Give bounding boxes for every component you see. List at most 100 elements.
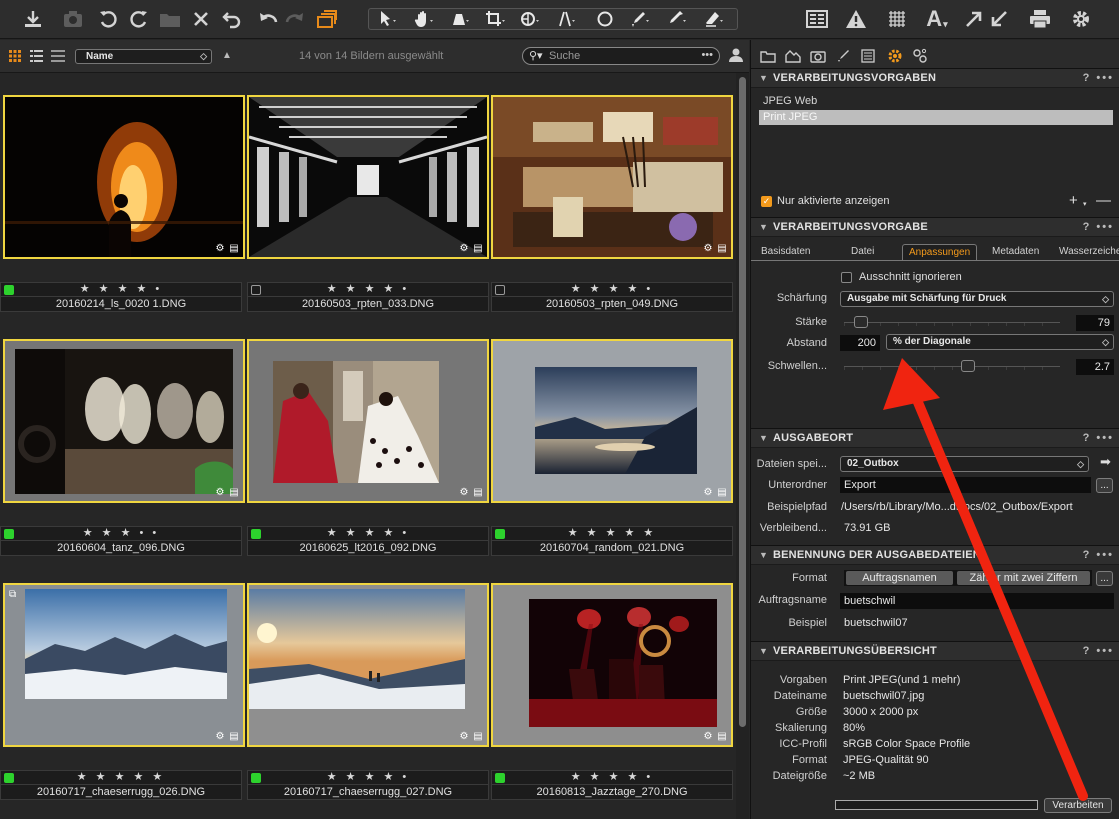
color-tag[interactable] bbox=[495, 773, 505, 783]
thumbnail-image[interactable]: ⚙ ▤ bbox=[491, 339, 733, 503]
color-tag[interactable] bbox=[495, 529, 505, 539]
stack-icon[interactable] bbox=[314, 6, 340, 32]
grid-thumbs-icon[interactable] bbox=[9, 50, 21, 62]
help-more-icon[interactable]: ? ••• bbox=[1083, 642, 1114, 660]
collapse-arrow-icon[interactable]: ▼ bbox=[759, 218, 768, 236]
browser-scrollbar[interactable] bbox=[736, 73, 749, 819]
thumbnail-image[interactable]: ⧉ ⚙ ▤ bbox=[3, 583, 245, 747]
collapse-arrow-icon[interactable]: ▼ bbox=[759, 69, 768, 87]
add-recipe-icon[interactable]: + bbox=[1069, 192, 1078, 209]
amount-slider-knob[interactable] bbox=[854, 316, 868, 328]
text-icon[interactable]: A ▾ bbox=[922, 6, 952, 32]
output-tab-icon[interactable] bbox=[886, 47, 904, 65]
pan-tool-icon[interactable] bbox=[411, 9, 439, 29]
print-icon[interactable] bbox=[1026, 6, 1054, 32]
exposure-icon[interactable] bbox=[884, 6, 910, 32]
cursor-tool-icon[interactable] bbox=[374, 9, 402, 29]
scrollbar-thumb[interactable] bbox=[739, 77, 746, 727]
circle-tool-icon[interactable] bbox=[593, 9, 617, 29]
color-tag[interactable] bbox=[251, 773, 261, 783]
output-naming-header[interactable]: ▼ BENENNUNG DER AUSGABEDATEIEN ? ••• bbox=[751, 545, 1119, 565]
process-recipes-header[interactable]: ▼ VERARBEITUNGSVORGABEN ? ••• bbox=[751, 68, 1119, 88]
remove-recipe-icon[interactable]: — bbox=[1096, 192, 1111, 209]
import-icon[interactable] bbox=[20, 6, 46, 32]
format-token[interactable]: Zähler mit zwei Ziffern bbox=[957, 571, 1090, 585]
thumbnail-image[interactable]: ⚙ ▤ bbox=[3, 95, 245, 259]
threshold-value[interactable]: 2.7 bbox=[1076, 359, 1114, 375]
color-tag[interactable] bbox=[251, 529, 261, 539]
star-rating[interactable]: ★ ★ ★ ★ • bbox=[491, 770, 733, 785]
recipe-item-selected[interactable]: Print JPEG bbox=[759, 110, 1113, 125]
star-rating[interactable]: ★ ★ ★ • • bbox=[0, 526, 242, 541]
picker-tool-icon[interactable] bbox=[663, 9, 691, 29]
only-active-checkbox[interactable]: ✓ bbox=[761, 196, 772, 207]
thumbnail-image[interactable]: ⚙ ▤ bbox=[247, 95, 489, 259]
camera-icon[interactable] bbox=[60, 6, 86, 32]
show-folder-arrow-icon[interactable]: ➡ bbox=[1100, 454, 1111, 470]
star-rating[interactable]: ★ ★ ★ ★ • bbox=[247, 526, 489, 541]
star-rating[interactable]: ★ ★ ★ ★ • bbox=[491, 282, 733, 297]
folder-icon[interactable] bbox=[157, 6, 183, 32]
search-input[interactable]: ⚲▾ Suche ••• bbox=[522, 47, 720, 65]
adjustments-tab-icon[interactable] bbox=[911, 47, 929, 65]
library-tab-icon[interactable] bbox=[759, 47, 777, 65]
rotate-left-icon[interactable] bbox=[95, 6, 121, 32]
more-icon[interactable]: ••• bbox=[701, 47, 713, 63]
color-tag[interactable] bbox=[251, 285, 261, 295]
loupe-tool-icon[interactable] bbox=[447, 9, 475, 29]
help-more-icon[interactable]: ? ••• bbox=[1083, 69, 1114, 87]
format-more-button[interactable]: ... bbox=[1096, 571, 1113, 586]
camera-tab-icon[interactable] bbox=[809, 47, 827, 65]
sort-select[interactable]: Name ◇ bbox=[75, 49, 212, 64]
help-more-icon[interactable]: ? ••• bbox=[1083, 546, 1114, 564]
process-summary-header[interactable]: ▼ VERARBEITUNGSÜBERSICHT ? ••• bbox=[751, 641, 1119, 661]
details-tab-icon[interactable] bbox=[859, 47, 877, 65]
thumbnail-image[interactable]: ⚙ ▤ bbox=[247, 339, 489, 503]
help-more-icon[interactable]: ? ••• bbox=[1083, 429, 1114, 447]
color-tag[interactable] bbox=[4, 285, 14, 295]
erase-tool-icon[interactable] bbox=[700, 9, 728, 29]
format-token[interactable]: Auftragsnamen bbox=[846, 571, 953, 585]
filmstrip-view-icon[interactable] bbox=[51, 50, 65, 62]
brush-tool-icon[interactable] bbox=[626, 9, 654, 29]
format-tokens-field[interactable]: Auftragsnamen Zähler mit zwei Ziffern bbox=[844, 570, 1092, 586]
tab-basisdaten[interactable]: Basisdaten bbox=[761, 244, 810, 260]
distance-value[interactable]: 200 bbox=[840, 335, 880, 351]
add-menu-chevron-icon[interactable]: ▾ bbox=[1083, 200, 1087, 208]
amount-slider[interactable] bbox=[844, 316, 1060, 328]
brush-tab-icon[interactable] bbox=[834, 47, 852, 65]
thumbnail-image[interactable]: ⚙ ▤ bbox=[3, 339, 245, 503]
rotate-tool-icon[interactable] bbox=[517, 9, 545, 29]
threshold-slider[interactable] bbox=[844, 360, 1060, 372]
help-more-icon[interactable]: ? ••• bbox=[1083, 218, 1114, 236]
sharpening-select[interactable]: Ausgabe mit Schärfung für Druck ◇ bbox=[840, 291, 1114, 307]
ignore-crop-checkbox[interactable] bbox=[841, 272, 852, 283]
color-tag[interactable] bbox=[4, 773, 14, 783]
threshold-slider-knob[interactable] bbox=[961, 360, 975, 372]
recipe-item[interactable]: JPEG Web bbox=[763, 95, 817, 107]
destination-select[interactable]: 02_Outbox ◇ bbox=[840, 456, 1089, 472]
color-tag[interactable] bbox=[495, 285, 505, 295]
redo-icon[interactable] bbox=[281, 6, 307, 32]
color-tag[interactable] bbox=[4, 529, 14, 539]
thumbnail-image[interactable]: ⚙ ▤ bbox=[491, 95, 733, 259]
star-rating[interactable]: ★ ★ ★ ★ ★ bbox=[491, 526, 733, 541]
distance-unit-select[interactable]: % der Diagonale ◇ bbox=[886, 334, 1114, 350]
crop-tool-icon[interactable] bbox=[482, 9, 510, 29]
tab-datei[interactable]: Datei bbox=[851, 244, 874, 260]
undo-icon[interactable] bbox=[256, 6, 282, 32]
star-rating[interactable]: ★ ★ ★ ★ • bbox=[247, 770, 489, 785]
process-recipe-header[interactable]: ▼ VERARBEITUNGSVORGABE ? ••• bbox=[751, 217, 1119, 237]
grid-view-icon[interactable] bbox=[804, 6, 830, 32]
star-rating[interactable]: ★ ★ ★ ★ • bbox=[0, 282, 242, 297]
tab-wasserzeichen[interactable]: Wasserzeichen bbox=[1059, 244, 1119, 260]
collapse-arrow-icon[interactable]: ▼ bbox=[759, 546, 768, 564]
keystone-tool-icon[interactable] bbox=[553, 9, 581, 29]
star-rating[interactable]: ★ ★ ★ ★ ★ bbox=[0, 770, 242, 785]
warning-icon[interactable] bbox=[843, 6, 869, 32]
expand-icon[interactable] bbox=[962, 6, 1012, 32]
collapse-arrow-icon[interactable]: ▼ bbox=[759, 429, 768, 447]
amount-value[interactable]: 79 bbox=[1076, 315, 1114, 331]
rotate-right-icon[interactable] bbox=[126, 6, 152, 32]
reset-icon[interactable] bbox=[219, 6, 245, 32]
